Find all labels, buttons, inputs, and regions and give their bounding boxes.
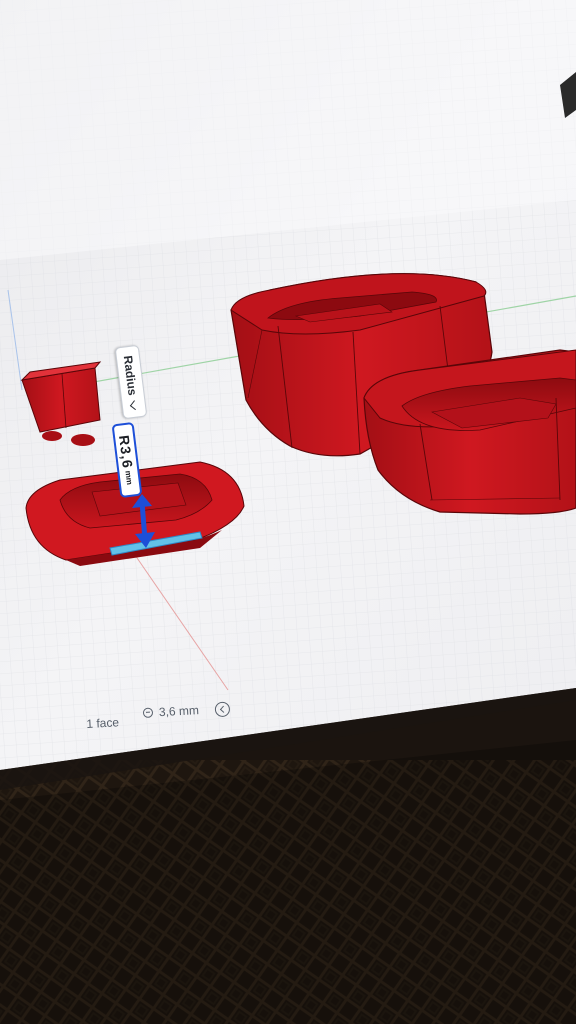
chevron-down-icon <box>130 399 141 410</box>
lid-model <box>363 349 576 515</box>
photo-of-screen: Radius R3,6 mm 1 face 3,6 mm <box>0 0 576 1024</box>
cad-viewport[interactable] <box>0 0 576 1024</box>
radius-unit: mm <box>123 470 135 486</box>
radius-label-text: Radius <box>120 354 140 397</box>
radius-value: R3,6 <box>116 434 136 470</box>
chevron-left-icon[interactable] <box>214 700 231 717</box>
measure-icon <box>142 707 154 718</box>
selection-count: 1 face <box>86 715 120 731</box>
distance-value: 3,6 mm <box>158 703 200 720</box>
